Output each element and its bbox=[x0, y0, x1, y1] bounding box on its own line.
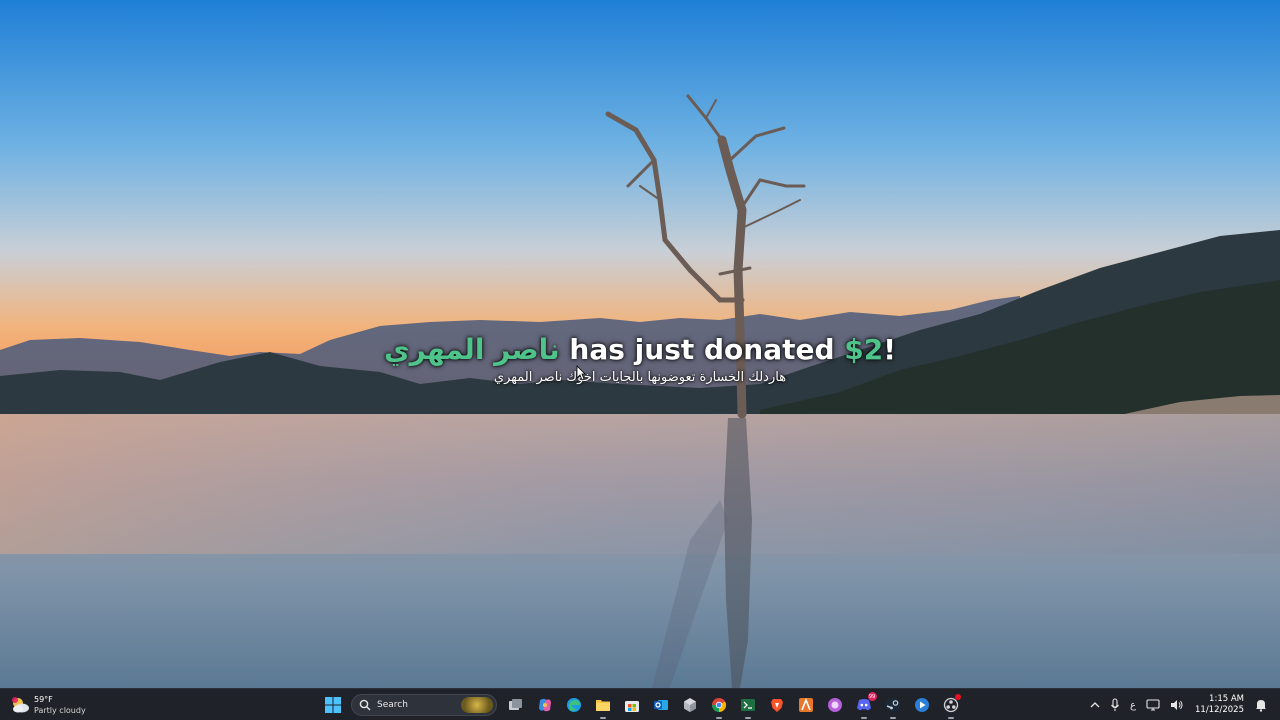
donation-message: هاردلك الخسارة تعوضونها بالجايات اخوك نا… bbox=[493, 370, 787, 385]
chevron-up-icon[interactable] bbox=[1090, 691, 1100, 719]
donation-alert: ناصر المهري has just donated $2! هاردلك … bbox=[0, 332, 1280, 385]
running-indicator bbox=[744, 717, 751, 719]
terminal-icon[interactable] bbox=[734, 691, 762, 719]
clock-date: 11/12/2025 bbox=[1195, 705, 1244, 715]
donation-headline: ناصر المهري has just donated $2! bbox=[0, 332, 1280, 368]
notification-badge: 99 bbox=[867, 692, 877, 701]
media-player-icon[interactable] bbox=[908, 691, 936, 719]
taskbar-center: Search 99 bbox=[318, 691, 965, 719]
system-tray: ع 1:15 AM 11/12/2025 bbox=[1085, 691, 1272, 719]
obs-icon[interactable] bbox=[937, 691, 965, 719]
outlook-icon[interactable] bbox=[647, 691, 675, 719]
recording-indicator bbox=[954, 694, 961, 700]
chrome-icon[interactable] bbox=[705, 691, 733, 719]
weather-condition: Partly cloudy bbox=[34, 706, 86, 715]
running-indicator bbox=[947, 717, 954, 719]
donation-text: has just donated bbox=[559, 333, 845, 366]
running-indicator bbox=[715, 717, 722, 719]
language-indicator[interactable]: ع bbox=[1130, 691, 1136, 719]
mouse-cursor-icon bbox=[576, 365, 586, 381]
donation-exclaim: ! bbox=[883, 333, 897, 366]
taskbar: 59°F Partly cloudy Search 99 ع 1:15 AM 1… bbox=[0, 688, 1280, 720]
partly-cloudy-icon bbox=[10, 695, 30, 715]
search-highlight-icon bbox=[461, 697, 493, 713]
discord-icon[interactable]: 99 bbox=[850, 691, 878, 719]
clock-time: 1:15 AM bbox=[1209, 694, 1244, 704]
pink-app-icon[interactable] bbox=[821, 691, 849, 719]
network-icon[interactable] bbox=[1146, 691, 1160, 719]
search-label: Search bbox=[377, 700, 408, 710]
notification-bell-icon[interactable] bbox=[1255, 691, 1267, 719]
search-icon bbox=[359, 699, 371, 711]
running-indicator bbox=[599, 717, 606, 719]
windows-start-icon[interactable] bbox=[319, 691, 347, 719]
steam-icon[interactable] bbox=[879, 691, 907, 719]
running-indicator bbox=[889, 717, 896, 719]
donor-name: ناصر المهري bbox=[383, 333, 560, 366]
edge-icon[interactable] bbox=[560, 691, 588, 719]
file-explorer-icon[interactable] bbox=[589, 691, 617, 719]
microphone-icon[interactable] bbox=[1110, 691, 1120, 719]
affinity-icon[interactable] bbox=[792, 691, 820, 719]
weather-temp: 59°F bbox=[34, 695, 53, 704]
volume-icon[interactable] bbox=[1170, 691, 1184, 719]
taskbar-search[interactable]: Search bbox=[351, 694, 497, 716]
copilot-icon[interactable] bbox=[531, 691, 559, 719]
running-indicator bbox=[860, 717, 867, 719]
donation-amount: $2 bbox=[844, 333, 884, 366]
microsoft-store-icon[interactable] bbox=[618, 691, 646, 719]
taskbar-clock[interactable]: 1:15 AM 11/12/2025 bbox=[1195, 694, 1244, 716]
brave-icon[interactable] bbox=[763, 691, 791, 719]
task-view-icon[interactable] bbox=[502, 691, 530, 719]
weather-widget[interactable]: 59°F Partly cloudy bbox=[10, 692, 86, 718]
cube-app-icon[interactable] bbox=[676, 691, 704, 719]
